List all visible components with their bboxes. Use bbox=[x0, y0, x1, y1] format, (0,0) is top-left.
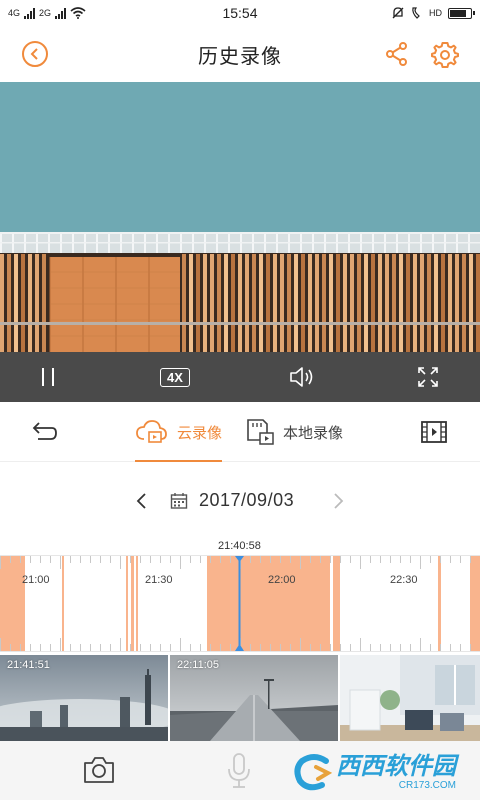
calendar-button[interactable] bbox=[170, 492, 188, 510]
video-player[interactable] bbox=[0, 82, 480, 352]
status-bar: 4G 2G 15:54 HD bbox=[0, 0, 480, 26]
sd-card-video-icon bbox=[247, 419, 274, 445]
talk-button[interactable] bbox=[226, 751, 252, 791]
back-button[interactable] bbox=[22, 41, 48, 67]
tab-local-recording[interactable]: 本地录像 bbox=[245, 402, 343, 462]
next-date-button[interactable] bbox=[330, 491, 346, 511]
playback-controls: 4X bbox=[0, 352, 480, 402]
speed-button[interactable]: 4X bbox=[152, 352, 198, 402]
film-strip-icon bbox=[421, 421, 447, 443]
tab-cloud-label: 云录像 bbox=[177, 424, 223, 442]
watermark-subtext: CR173.COM bbox=[398, 780, 456, 791]
date-selector: 2017/09/03 bbox=[0, 478, 480, 524]
chevron-left-icon bbox=[30, 48, 38, 60]
share-icon bbox=[386, 42, 407, 66]
watermark-text: 西西软件园 bbox=[336, 753, 456, 780]
microphone-icon bbox=[228, 753, 250, 788]
video-list-button[interactable] bbox=[420, 402, 448, 462]
signal-icon bbox=[55, 7, 67, 19]
chevron-left-icon bbox=[136, 493, 146, 509]
tab-cloud-recording[interactable]: 云录像 bbox=[135, 402, 223, 462]
pause-icon bbox=[42, 368, 54, 386]
timeline-tick-label: 22:00 bbox=[268, 574, 296, 586]
wifi-icon bbox=[70, 7, 86, 19]
volume-button[interactable] bbox=[284, 352, 320, 402]
timeline-tick-label: 22:30 bbox=[390, 574, 418, 586]
cloud-video-icon bbox=[136, 420, 167, 443]
calendar-icon bbox=[170, 493, 188, 509]
timeline-cursor-time: 21:40:58 bbox=[218, 540, 261, 552]
recording-thumbnails: 21:41:51 22:11:05 bbox=[0, 655, 480, 741]
network-2g-label: 2G bbox=[39, 8, 52, 18]
signal-indicators: 4G 2G bbox=[8, 7, 86, 19]
chevron-right-icon bbox=[334, 493, 344, 509]
current-date: 2017/09/03 bbox=[199, 490, 295, 510]
settings-button[interactable] bbox=[431, 40, 459, 68]
source-tabs: 云录像 本地录像 bbox=[0, 402, 480, 462]
system-indicators: HD bbox=[391, 6, 475, 20]
gear-icon bbox=[431, 42, 459, 68]
camera-icon bbox=[84, 757, 114, 783]
thumbnail-time: 22:11:05 bbox=[177, 659, 220, 671]
timeline-tick-label: 21:00 bbox=[22, 574, 50, 586]
thumbnail-image bbox=[340, 655, 480, 741]
return-arrow-icon bbox=[32, 422, 57, 440]
network-4g-label: 4G bbox=[8, 8, 21, 18]
mute-bell-icon bbox=[392, 7, 404, 19]
signal-icon bbox=[24, 7, 36, 19]
timeline-track: 21:00 21:30 22:00 22:30 bbox=[0, 555, 480, 652]
share-button[interactable] bbox=[384, 41, 410, 67]
thumbnail-item[interactable]: 21:41:51 bbox=[0, 655, 168, 741]
battery-icon bbox=[448, 7, 475, 19]
fullscreen-button[interactable] bbox=[410, 352, 446, 402]
prev-date-button[interactable] bbox=[134, 491, 150, 511]
pause-button[interactable] bbox=[30, 352, 66, 402]
thumbnail-item[interactable] bbox=[340, 655, 480, 741]
speaker-icon bbox=[290, 367, 313, 387]
tab-local-label: 本地录像 bbox=[283, 424, 344, 442]
watermark-logo: 西西软件园 CR173.COM bbox=[292, 748, 480, 798]
phone-hd-icon bbox=[412, 7, 420, 19]
expand-icon bbox=[418, 367, 438, 387]
screenshot-button[interactable] bbox=[82, 755, 116, 785]
app-header: 历史录像 bbox=[0, 26, 480, 82]
thumbnail-time: 21:41:51 bbox=[7, 659, 50, 671]
logo-mark-icon bbox=[294, 754, 333, 791]
video-frame bbox=[0, 82, 480, 352]
speed-label: 4X bbox=[160, 367, 190, 387]
timeline-tick-label: 21:30 bbox=[145, 574, 173, 586]
return-button[interactable] bbox=[30, 402, 58, 462]
timeline[interactable]: 21:00 21:30 22:00 22:30 bbox=[0, 555, 480, 652]
thumbnail-item[interactable]: 22:11:05 bbox=[170, 655, 338, 741]
page-title: 历史录像 bbox=[198, 45, 282, 68]
hd-label: HD bbox=[429, 8, 442, 18]
